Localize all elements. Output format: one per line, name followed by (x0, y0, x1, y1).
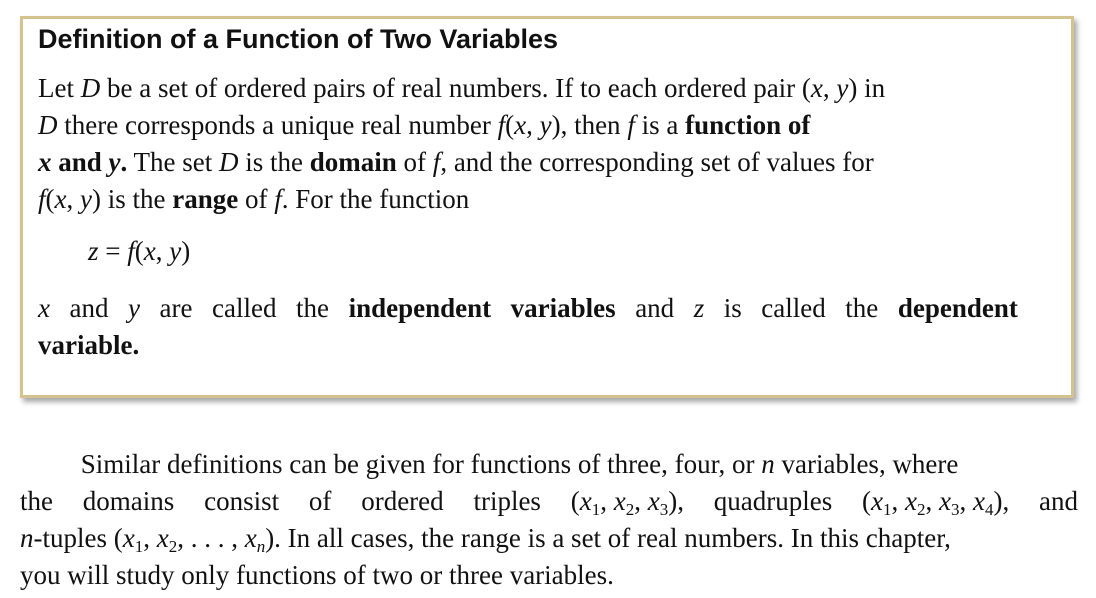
definition-conclusion: x and y are called the independent variables and… (38, 290, 1018, 364)
definition-line-2: D there corresponds a unique real number… (38, 110, 811, 140)
body-line-4: you will study only functions of two or … (20, 560, 614, 590)
definition-title: Definition of a Function of Two Variable… (38, 24, 559, 54)
function-equation: z = f(x, y) (88, 236, 191, 266)
body-line-1: Similar definitions can be given for fun… (20, 449, 959, 479)
definition-line-1: Let D be a set of ordered pairs of real … (38, 73, 886, 103)
conclusion-line-1: x and y are called the independent variables and… (38, 293, 1018, 323)
body-paragraph: Similar definitions can be given for fun… (20, 446, 1078, 594)
body-line-3: n-tuples (x1, x2, . . . , xn). In all ca… (20, 523, 951, 556)
definition-line-3: x and y. The set D is the domain of f, a… (38, 147, 874, 177)
body-line-2: the domains consist of ordered triples (x1, x2… (20, 486, 1078, 519)
definition-paragraph: Let D be a set of ordered pairs of real … (38, 70, 1028, 218)
conclusion-line-2: variable. (38, 330, 140, 360)
definition-line-4: f(x, y) is the range of f. For the funct… (38, 184, 470, 214)
